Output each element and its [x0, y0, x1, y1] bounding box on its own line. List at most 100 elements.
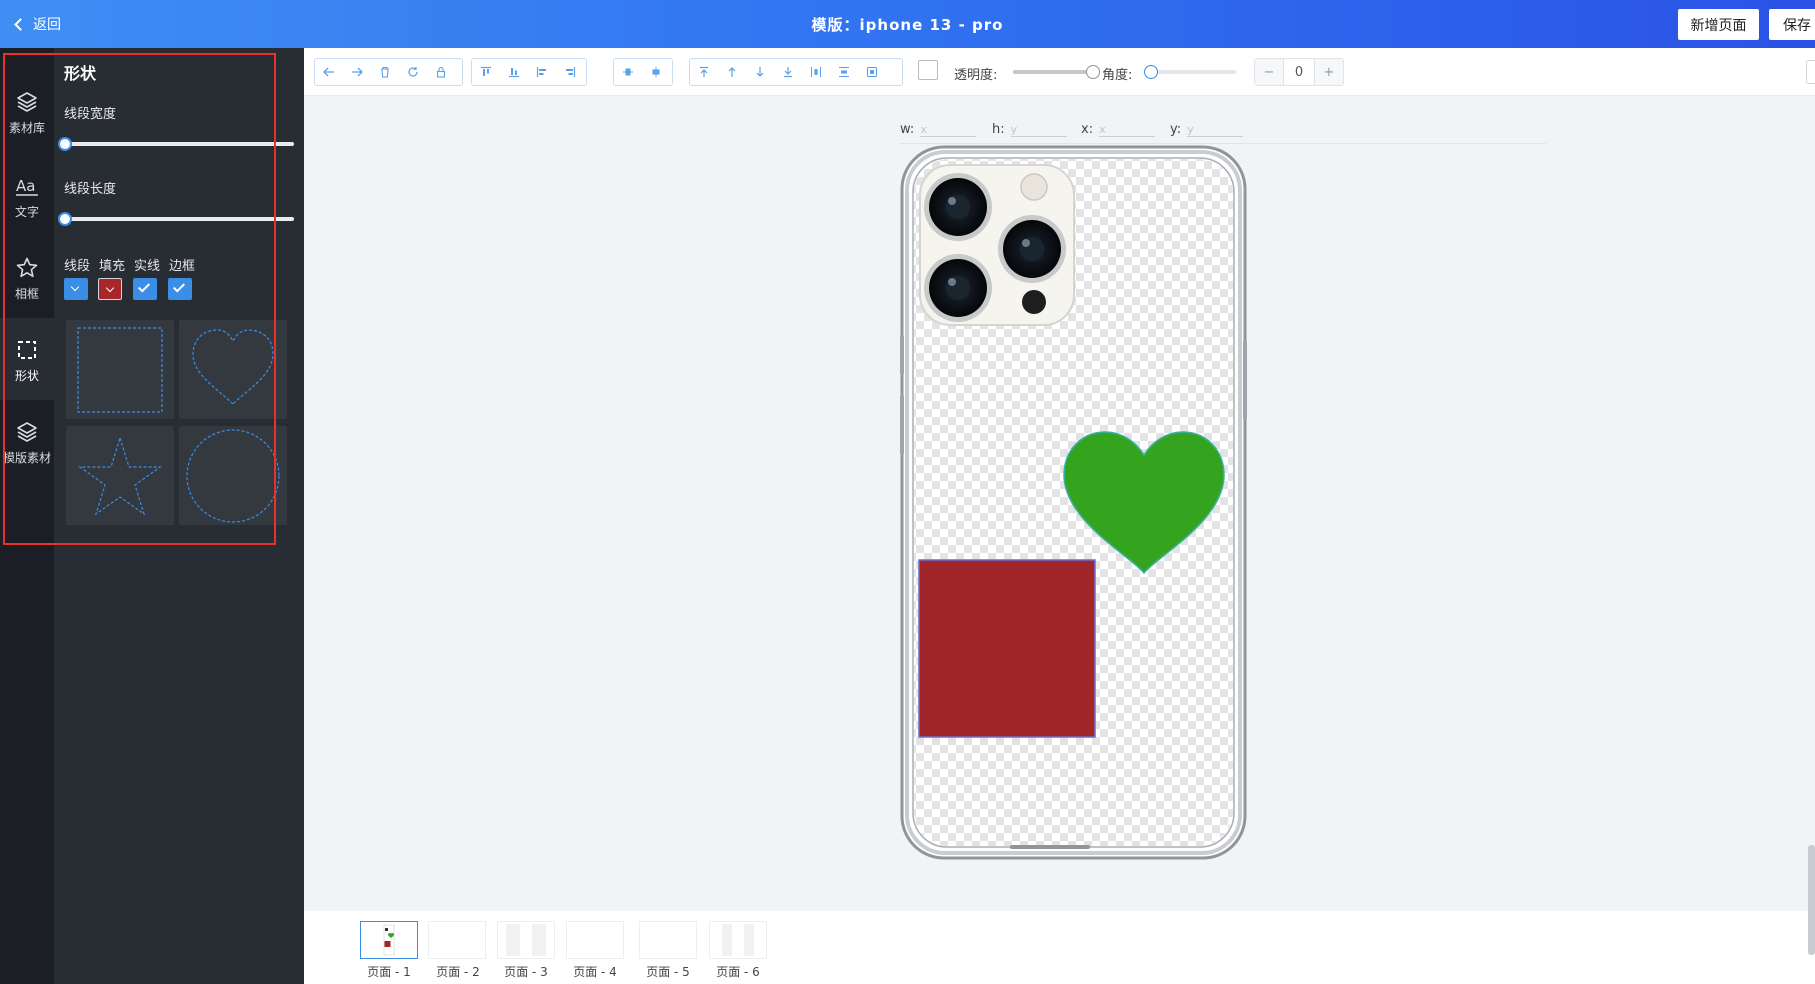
page-label: 页面 - 4: [573, 965, 617, 979]
layers-icon: [17, 92, 37, 112]
y-input[interactable]: [1187, 123, 1244, 137]
page-thumb-3[interactable]: [497, 921, 555, 959]
delete-button[interactable]: [371, 59, 399, 85]
phone-case-canvas[interactable]: [900, 145, 1247, 860]
page-thumb-5[interactable]: [639, 921, 697, 959]
align-left-icon: [536, 67, 546, 77]
template-title: 模版：iphone 13 - pro: [811, 16, 1004, 34]
dashed-square-shape-icon: [77, 327, 163, 413]
option-label-segment: 线段: [64, 259, 91, 274]
x-field: x:: [1081, 122, 1156, 137]
arrow-down-icon: [756, 67, 764, 77]
page-thumb-2[interactable]: [428, 921, 486, 959]
fit-canvas-button[interactable]: [858, 59, 886, 85]
fill-color-picker[interactable]: [98, 278, 122, 300]
page-thumb-6[interactable]: [709, 921, 767, 959]
page-label: 页面 - 6: [716, 965, 760, 979]
check-icon: [172, 280, 186, 293]
shape-circle[interactable]: [179, 426, 287, 525]
rail-label: 文字: [14, 205, 39, 219]
shape-square[interactable]: [66, 320, 174, 419]
align-bottom-button[interactable]: [500, 59, 528, 85]
segment-color-picker[interactable]: [64, 278, 88, 300]
align-right-button[interactable]: [556, 59, 584, 85]
shape-heart[interactable]: [179, 320, 287, 419]
increment-button[interactable]: +: [1315, 59, 1343, 85]
send-backward-button[interactable]: [746, 59, 774, 85]
left-rail: 素材库 Aa 文字 相框 形状 模版素材: [0, 48, 54, 984]
rail-item-text[interactable]: Aa 文字: [0, 154, 54, 236]
angle-stepper[interactable]: − 0 +: [1254, 58, 1344, 86]
rail-label: 形状: [14, 369, 39, 383]
distribute-horizontal-icon: [811, 67, 821, 77]
option-label-solid: 实线: [134, 259, 161, 274]
height-field: h:: [992, 122, 1067, 137]
line-length-slider[interactable]: [58, 212, 294, 226]
trash-icon: [381, 66, 389, 78]
border-checkbox[interactable]: [168, 278, 192, 300]
layer-tool-group: [689, 58, 903, 86]
slider-knob[interactable]: [1144, 65, 1158, 79]
history-tool-group: [314, 58, 463, 86]
toolbar-overflow-button[interactable]: [1806, 60, 1815, 84]
rail-item-library[interactable]: 素材库: [0, 70, 54, 152]
bring-to-front-button[interactable]: [690, 59, 718, 85]
slider-knob[interactable]: [58, 212, 72, 226]
height-input[interactable]: [1010, 123, 1067, 137]
line-width-slider[interactable]: [58, 137, 294, 151]
slider-knob[interactable]: [1086, 65, 1100, 79]
slider-knob[interactable]: [58, 137, 72, 151]
center-tool-group: [613, 58, 673, 86]
rail-item-frame[interactable]: 相框: [0, 236, 54, 318]
angle-slider[interactable]: [1144, 65, 1236, 79]
rail-item-shape[interactable]: 形状: [0, 318, 54, 400]
distribute-vertical-button[interactable]: [830, 59, 858, 85]
rotate-button[interactable]: [399, 59, 427, 85]
distribute-horizontal-button[interactable]: [802, 59, 830, 85]
angle-value[interactable]: 0: [1283, 59, 1315, 85]
style-option-labels: 线段 填充 实线 边框: [64, 255, 195, 274]
angle-label: 角度:: [1102, 68, 1133, 83]
bring-forward-button[interactable]: [718, 59, 746, 85]
lock-icon: [436, 66, 446, 78]
page-thumb-4[interactable]: [566, 921, 624, 959]
rail-label: 模版素材: [2, 451, 51, 465]
redo-button[interactable]: [343, 59, 371, 85]
shape-panel: 形状 线段宽度 线段长度 线段 填充 实线 边框: [54, 48, 304, 984]
add-page-button[interactable]: 新增页面: [1678, 9, 1759, 40]
x-input[interactable]: [1099, 123, 1156, 137]
align-bottom-icon: [509, 68, 519, 78]
dashed-star-shape-icon: [78, 435, 162, 516]
align-left-button[interactable]: [528, 59, 556, 85]
lock-button[interactable]: [427, 59, 455, 85]
align-right-icon: [566, 67, 576, 77]
panel-title: 形状: [64, 64, 97, 83]
save-button[interactable]: 保存: [1769, 9, 1815, 40]
center-horizontal-button[interactable]: [614, 59, 642, 85]
rail-item-template-assets[interactable]: 模版素材: [0, 400, 54, 482]
decrement-button[interactable]: −: [1255, 59, 1283, 85]
workspace-scrollbar[interactable]: [1808, 845, 1815, 955]
center-vertical-button[interactable]: [642, 59, 670, 85]
arrow-to-top-icon: [700, 66, 708, 77]
send-to-back-button[interactable]: [774, 59, 802, 85]
center-vertical-icon: [652, 67, 660, 77]
x-label: x:: [1081, 122, 1094, 137]
arrow-left-icon: [323, 67, 334, 77]
arrow-right-icon: [352, 67, 363, 77]
y-label: y:: [1170, 122, 1182, 137]
solid-line-checkbox[interactable]: [133, 278, 157, 300]
canvas-rect-shape: [918, 559, 1096, 738]
width-field: w:: [900, 122, 977, 137]
align-top-button[interactable]: [472, 59, 500, 85]
dashed-heart-shape-icon: [192, 329, 274, 405]
opacity-slider-fill: [1013, 70, 1089, 74]
lock-ratio-checkbox[interactable]: [918, 60, 938, 80]
shape-star[interactable]: [66, 426, 174, 525]
top-header: 返回 模版：iphone 13 - pro 新增页面 保存: [0, 0, 1815, 48]
page-thumb-1[interactable]: [360, 921, 418, 959]
opacity-slider[interactable]: [1013, 65, 1100, 79]
width-input[interactable]: [920, 123, 977, 137]
edit-toolbar: 透明度: 角度: − 0 +: [304, 48, 1815, 96]
undo-button[interactable]: [315, 59, 343, 85]
